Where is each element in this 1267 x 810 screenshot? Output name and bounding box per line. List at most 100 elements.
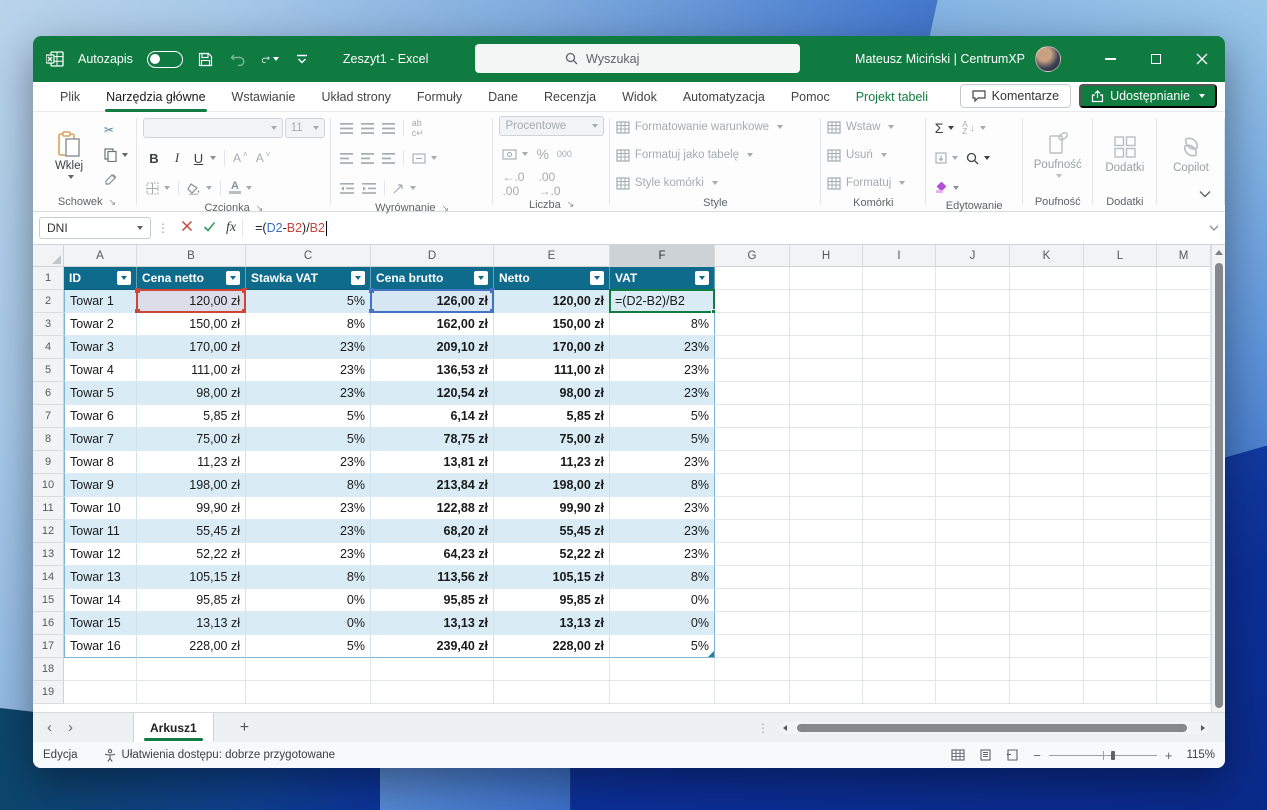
cell-D7[interactable]: 6,14 zł <box>371 405 494 428</box>
cell-B4[interactable]: 170,00 zł <box>137 336 246 359</box>
increase-decimal-button[interactable]: ←.0.00 <box>499 173 527 195</box>
cell-K5[interactable] <box>1010 359 1084 382</box>
align-top-button[interactable] <box>337 117 356 139</box>
cell-A15[interactable]: Towar 14 <box>64 589 137 612</box>
column-header-J[interactable]: J <box>936 245 1010 267</box>
column-header-H[interactable]: H <box>790 245 863 267</box>
cell-C9[interactable]: 23% <box>246 451 371 474</box>
cell-K2[interactable] <box>1010 290 1084 313</box>
cell-I17[interactable] <box>863 635 936 658</box>
column-header-M[interactable]: M <box>1157 245 1211 267</box>
ribbon-tab-recenzja[interactable]: Recenzja <box>531 82 609 112</box>
cell-D1[interactable]: Cena brutto <box>371 267 494 290</box>
cell-I11[interactable] <box>863 497 936 520</box>
cell-H3[interactable] <box>790 313 863 336</box>
cell-F18[interactable] <box>610 658 715 681</box>
cell-H11[interactable] <box>790 497 863 520</box>
cell-F6[interactable]: 23% <box>610 382 715 405</box>
bold-button[interactable]: B <box>143 147 165 169</box>
cell-L16[interactable] <box>1084 612 1157 635</box>
cell-A11[interactable]: Towar 10 <box>64 497 137 520</box>
ribbon-tab-projekt-tabeli[interactable]: Projekt tabeli <box>843 82 941 112</box>
cell-A19[interactable] <box>64 681 137 704</box>
cell-I9[interactable] <box>863 451 936 474</box>
cell-J13[interactable] <box>936 543 1010 566</box>
cell-M9[interactable] <box>1157 451 1211 474</box>
cell-L13[interactable] <box>1084 543 1157 566</box>
cell-E18[interactable] <box>494 658 610 681</box>
cell-G16[interactable] <box>715 612 790 635</box>
excel-app-icon[interactable] <box>46 50 64 68</box>
filter-dropdown-icon[interactable] <box>226 271 240 285</box>
cell-D15[interactable]: 95,85 zł <box>371 589 494 612</box>
cell-G12[interactable] <box>715 520 790 543</box>
column-header-I[interactable]: I <box>863 245 936 267</box>
number-format-combo[interactable]: Procentowe <box>499 116 603 136</box>
cell-B17[interactable]: 228,00 zł <box>137 635 246 658</box>
cell-I19[interactable] <box>863 681 936 704</box>
cell-B13[interactable]: 52,22 zł <box>137 543 246 566</box>
cell-F5[interactable]: 23% <box>610 359 715 382</box>
cell-H8[interactable] <box>790 428 863 451</box>
cell-E16[interactable]: 13,13 zł <box>494 612 610 635</box>
row-header-9[interactable]: 9 <box>33 451 64 474</box>
cell-M5[interactable] <box>1157 359 1211 382</box>
cell-A16[interactable]: Towar 15 <box>64 612 137 635</box>
align-middle-button[interactable] <box>358 117 377 139</box>
cell-C17[interactable]: 5% <box>246 635 371 658</box>
column-header-B[interactable]: B <box>137 245 246 267</box>
cell-F10[interactable]: 8% <box>610 474 715 497</box>
cell-D10[interactable]: 213,84 zł <box>371 474 494 497</box>
cell-C15[interactable]: 0% <box>246 589 371 612</box>
orientation-button[interactable] <box>390 177 419 199</box>
cell-H6[interactable] <box>790 382 863 405</box>
normal-view-icon[interactable] <box>951 749 965 761</box>
ribbon-tab-automatyzacja[interactable]: Automatyzacja <box>670 82 778 112</box>
cell-D4[interactable]: 209,10 zł <box>371 336 494 359</box>
cell-B8[interactable]: 75,00 zł <box>137 428 246 451</box>
cell-K6[interactable] <box>1010 382 1084 405</box>
cell-A2[interactable]: Towar 1 <box>64 290 137 313</box>
wrap-text-button[interactable]: abc↵ <box>409 117 427 139</box>
cell-D11[interactable]: 122,88 zł <box>371 497 494 520</box>
ribbon-tab-wstawianie[interactable]: Wstawianie <box>219 82 309 112</box>
cell-I3[interactable] <box>863 313 936 336</box>
dialog-launcher-icon[interactable]: ↘ <box>442 203 450 214</box>
cell-I14[interactable] <box>863 566 936 589</box>
cell-E6[interactable]: 98,00 zł <box>494 382 610 405</box>
clear-button[interactable] <box>932 177 962 199</box>
cell-I18[interactable] <box>863 658 936 681</box>
cell-L12[interactable] <box>1084 520 1157 543</box>
cell-F17[interactable]: 5% <box>610 635 715 658</box>
cell-K17[interactable] <box>1010 635 1084 658</box>
format-cells-button[interactable]: Formatuj <box>827 172 920 194</box>
select-all-corner[interactable] <box>33 245 64 267</box>
cell-F8[interactable]: 5% <box>610 428 715 451</box>
cell-D5[interactable]: 136,53 zł <box>371 359 494 382</box>
scroll-up-icon[interactable] <box>1215 250 1223 255</box>
cell-J16[interactable] <box>936 612 1010 635</box>
cell-E7[interactable]: 5,85 zł <box>494 405 610 428</box>
cell-L17[interactable] <box>1084 635 1157 658</box>
fill-button[interactable] <box>932 147 961 169</box>
ribbon-tab-dane[interactable]: Dane <box>475 82 531 112</box>
cell-B2[interactable]: 120,00 zł <box>137 290 246 313</box>
cell-L14[interactable] <box>1084 566 1157 589</box>
cell-L9[interactable] <box>1084 451 1157 474</box>
cell-D14[interactable]: 113,56 zł <box>371 566 494 589</box>
row-header-3[interactable]: 3 <box>33 313 64 336</box>
minimize-button[interactable] <box>1087 36 1133 82</box>
row-header-11[interactable]: 11 <box>33 497 64 520</box>
column-header-E[interactable]: E <box>494 245 610 267</box>
collapse-ribbon-icon[interactable] <box>1199 185 1211 203</box>
cell-M13[interactable] <box>1157 543 1211 566</box>
formula-input[interactable]: =(D2-B2)/B2 <box>249 221 1203 236</box>
cell-C16[interactable]: 0% <box>246 612 371 635</box>
cell-M10[interactable] <box>1157 474 1211 497</box>
row-header-13[interactable]: 13 <box>33 543 64 566</box>
ribbon-tab-pomoc[interactable]: Pomoc <box>778 82 843 112</box>
cell-H18[interactable] <box>790 658 863 681</box>
cell-A7[interactable]: Towar 6 <box>64 405 137 428</box>
cell-I5[interactable] <box>863 359 936 382</box>
cell-G17[interactable] <box>715 635 790 658</box>
